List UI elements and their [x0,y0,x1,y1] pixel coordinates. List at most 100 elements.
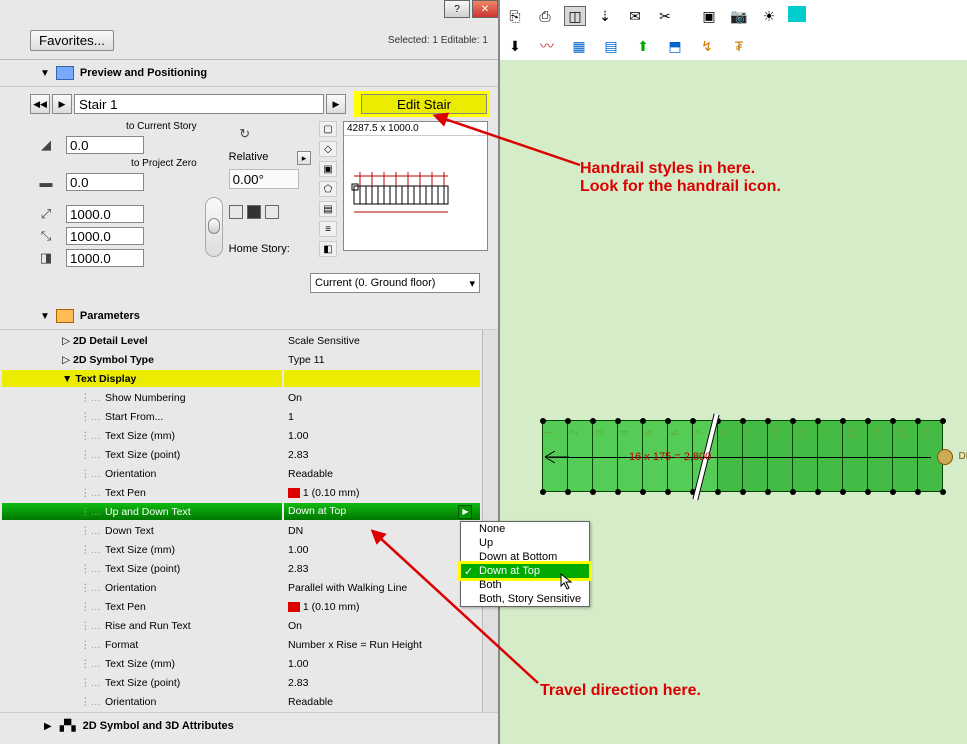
name-flyout-button[interactable]: ▶ [326,94,346,114]
stair-name-input[interactable] [74,94,324,114]
tool-icon-9[interactable]: ☀ [758,6,780,26]
section-parameters[interactable]: ▼ Parameters [0,303,498,330]
topbar: Favorites... Selected: 1 Editable: 1 [0,0,498,60]
popup-item[interactable]: None [461,522,589,536]
param-row[interactable]: ⋮…Start From...1 [2,408,480,425]
param-row[interactable]: ⋮…Down TextDN [2,522,480,539]
param-row[interactable]: ⋮…Text Size (point)2.83 [2,446,480,463]
favorites-button[interactable]: Favorites... [30,30,114,51]
param-row[interactable]: ⋮…Text Size (point)2.83 [2,560,480,577]
preview-section-icon [56,66,74,80]
view-front-icon[interactable]: ▣ [319,161,337,177]
param-row[interactable]: ⋮…Text Size (mm)1.00 [2,655,480,672]
right-toolbar-1: ⎘ ⎙ ◫ ⇣ ✉ ✂ ▣ 📷 ☀ [500,0,967,32]
tool2-icon-7[interactable]: ↯ [696,36,718,56]
param-row[interactable]: ▼ Text Display [2,370,480,387]
param-row[interactable]: ⋮…Text Pen 1 (0.10 mm) [2,598,480,615]
param-row[interactable]: ▷ 2D Detail LevelScale Sensitive [2,332,480,349]
proportion-slider[interactable] [205,197,223,257]
settings-dialog-panel: ? ✕ Favorites... Selected: 1 Editable: 1… [0,0,500,744]
dn-marker-icon [937,449,953,465]
rotate-icon: ↻ [229,121,261,147]
next-button[interactable]: ▶ [52,94,72,114]
home-story-select[interactable]: Current (0. Ground floor) ▾ [310,273,480,293]
dim2-input[interactable] [66,227,144,245]
param-row[interactable]: ⋮…Show NumberingOn [2,389,480,406]
tool-icon-5[interactable]: ✉ [624,6,646,26]
disclosure-triangle-icon: ▼ [40,68,50,79]
param-row[interactable]: ⋮…OrientationParallel with Walking Line [2,579,480,596]
selection-status: Selected: 1 Editable: 1 [388,35,488,46]
close-button[interactable]: ✕ [472,0,498,18]
param-row[interactable]: ⋮…OrientationReadable [2,465,480,482]
view-detail-icon[interactable]: ≡ [319,221,337,237]
param-row[interactable]: ⋮…Text Size (mm)1.00 [2,541,480,558]
view-plan-icon[interactable]: ▢ [319,121,337,137]
tool-icon-4[interactable]: ⇣ [594,6,616,26]
param-row[interactable]: ⋮…Text Size (point)2.83 [2,674,480,691]
param-row[interactable]: ⋮…OrientationReadable [2,693,480,710]
mirror-none-icon[interactable] [229,205,243,219]
help-button[interactable]: ? [444,0,470,18]
view-3d-icon[interactable]: ⬠ [319,181,337,197]
mirror-x-icon[interactable] [247,205,261,219]
section-2d-3d-attributes[interactable]: ▶ ▞▚ 2D Symbol and 3D Attributes [0,712,498,739]
popup-item[interactable]: Up [461,536,589,550]
view-side-icon[interactable]: ▤ [319,201,337,217]
section-preview-positioning[interactable]: ▼ Preview and Positioning [0,60,498,87]
home-story-label: Home Story: [229,243,311,255]
parameters-body: ▷ 2D Detail LevelScale Sensitive ▷ 2D Sym… [0,330,498,712]
tool-icon-3-active[interactable]: ◫ [564,6,586,26]
dim1-input[interactable] [66,205,144,223]
param-row[interactable]: ▷ 2D Symbol TypeType 11 [2,351,480,368]
tool2-icon-1[interactable]: ⬇ [504,36,526,56]
preview-dimensions: 4287.5 x 1000.0 [344,122,487,136]
mirror-icons [229,205,311,219]
tool2-icon-8[interactable]: ₮ [728,36,750,56]
dn-text: DN [959,451,967,462]
mirror-y-icon[interactable] [265,205,279,219]
disclosure-triangle-icon: ▼ [40,311,50,322]
to-project-zero-input[interactable] [66,173,144,191]
dim-y-icon: ⤡ [30,227,62,245]
angle-input[interactable] [229,169,299,189]
parameters-table: ▷ 2D Detail LevelScale Sensitive ▷ 2D Sym… [0,330,482,712]
tool2-icon-2[interactable]: 〰 [536,36,558,56]
popup-item[interactable]: Down at Bottom [461,550,589,564]
view-custom-icon[interactable]: ◧ [319,241,337,257]
tool2-icon-3[interactable]: ▦ [568,36,590,56]
tool2-icon-6[interactable]: ⬒ [664,36,686,56]
popup-item[interactable]: Both, Story Sensitive [461,592,589,606]
tool-icon-1[interactable]: ⎘ [504,6,526,26]
view-iso-icon[interactable]: ◇ [319,141,337,157]
relative-label: Relative [229,151,269,165]
param-row[interactable]: ⋮…Rise and Run TextOn [2,617,480,634]
annotation-travel: Travel direction here. [540,682,701,700]
tool-icon-7[interactable]: ▣ [698,6,720,26]
param-row[interactable]: ⋮…FormatNumber x Rise = Run Height [2,636,480,653]
tool-icon-8[interactable]: 📷 [728,6,750,26]
param-row[interactable]: ⋮…Text Size (mm)1.00 [2,427,480,444]
direction-arrow-icon [545,451,585,463]
tool2-icon-4[interactable]: ▤ [600,36,622,56]
tool-icon-10[interactable] [788,6,806,22]
stair-side-preview-icon [350,162,490,222]
param-row[interactable]: ⋮…Up and Down TextDown at Top ▶ [2,503,480,520]
dim3-input[interactable] [66,249,144,267]
tool-icon-6[interactable]: ✂ [654,6,676,26]
tool2-icon-5[interactable]: ⬆ [632,36,654,56]
section-title: Preview and Positioning [80,67,207,79]
edit-stair-button[interactable]: Edit Stair [361,94,487,114]
stair-plan-symbol[interactable]: 12345678910111213141516 16 x 175 = 2,800… [542,420,942,492]
titlebar: ? ✕ [442,0,498,18]
chevron-down-icon: ▾ [469,277,475,290]
tool-icon-2[interactable]: ⎙ [534,6,556,26]
cursor-icon [560,573,574,591]
relative-flyout-icon[interactable]: ▸ [297,151,311,165]
rise-run-text: 16 x 175 = 2,800 [629,451,711,463]
param-row[interactable]: ⋮…Text Pen 1 (0.10 mm) [2,484,480,501]
to-current-story-input[interactable] [66,136,144,154]
preview-view-tools: ▢ ◇ ▣ ⬠ ▤ ≡ ◧ [319,121,337,267]
elevation-icon: ◢ [30,136,62,154]
prev-button[interactable]: ◀◀ [30,94,50,114]
